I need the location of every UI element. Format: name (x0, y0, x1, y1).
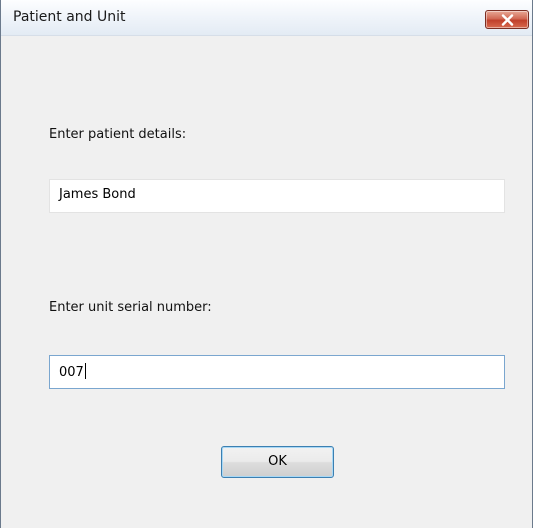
patient-details-value: James Bond (59, 187, 136, 202)
window-title: Patient and Unit (13, 9, 126, 25)
text-caret (84, 363, 86, 379)
title-bar[interactable]: Patient and Unit (1, 0, 532, 36)
close-icon (501, 14, 514, 26)
serial-number-value: 007 (59, 365, 84, 380)
serial-number-input[interactable]: 007 (49, 355, 505, 389)
patient-details-label: Enter patient details: (49, 127, 187, 142)
close-button[interactable] (485, 10, 529, 29)
serial-number-label: Enter unit serial number: (49, 300, 212, 315)
ok-button[interactable]: OK (221, 446, 334, 478)
patient-details-input[interactable]: James Bond (49, 179, 505, 213)
dialog-window: Patient and Unit Enter patient details: … (0, 0, 533, 528)
